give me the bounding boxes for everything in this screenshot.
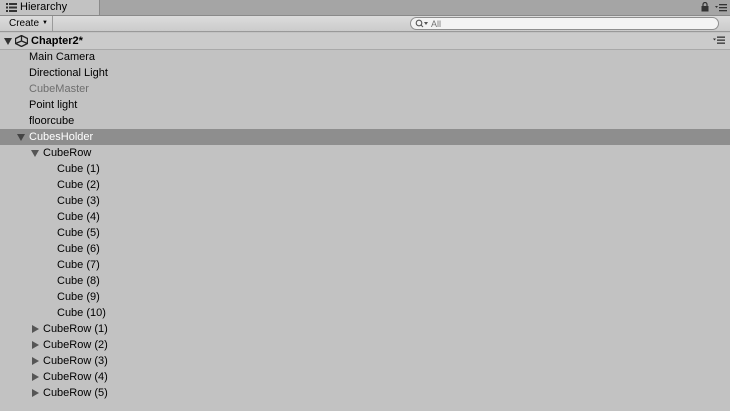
tree-item-label: Directional Light: [29, 67, 108, 79]
tree-row[interactable]: Cube (8): [0, 273, 730, 289]
tree-row[interactable]: Main Camera: [0, 49, 730, 65]
tree-item-label: Cube (5): [57, 227, 100, 239]
tree-item-label: CubeRow (3): [43, 355, 108, 367]
tree-row[interactable]: Cube (10): [0, 305, 730, 321]
scene-header[interactable]: Chapter2*: [0, 33, 730, 50]
search-field[interactable]: [410, 17, 719, 30]
tree-item-label: CubesHolder: [29, 131, 94, 143]
tree-item-label: Cube (8): [57, 275, 100, 287]
collapse-arrow-icon[interactable]: [31, 373, 39, 381]
tree-row[interactable]: CubeMaster: [0, 81, 730, 97]
tree-row[interactable]: CubeRow (2): [0, 337, 730, 353]
caret-down-icon: ▼: [42, 20, 48, 26]
tree-item-label: CubeRow (4): [43, 371, 108, 383]
tree-row[interactable]: CubeRow (1): [0, 321, 730, 337]
tree-row[interactable]: Cube (9): [0, 289, 730, 305]
collapse-arrow-icon[interactable]: [31, 341, 39, 349]
tree-item-label: CubeRow (1): [43, 323, 108, 335]
expand-arrow-icon[interactable]: [31, 149, 39, 157]
tree-item-label: Cube (1): [57, 163, 100, 175]
tree-row[interactable]: floorcube: [0, 113, 730, 129]
scene-name: Chapter2*: [31, 35, 83, 47]
tree-row[interactable]: Point light: [0, 97, 730, 113]
hierarchy-tree: Main Camera Directional Light CubeMaster Po…: [0, 49, 730, 401]
tree-item-label: CubeRow (5): [43, 387, 108, 399]
tree-row[interactable]: Cube (6): [0, 241, 730, 257]
tree-item-label: Cube (9): [57, 291, 100, 303]
collapse-arrow-icon[interactable]: [31, 325, 39, 333]
tree-item-label: Cube (10): [57, 307, 106, 319]
unity-logo-icon: [15, 35, 28, 47]
tree-row[interactable]: CubesHolder: [0, 129, 730, 145]
lock-icon[interactable]: [701, 2, 709, 12]
search-input[interactable]: [429, 18, 711, 29]
tree-item-label: Cube (2): [57, 179, 100, 191]
expand-arrow-icon[interactable]: [17, 133, 25, 141]
tree-item-label: CubeMaster: [29, 83, 89, 95]
tree-row[interactable]: Cube (4): [0, 209, 730, 225]
scene-menu-icon[interactable]: [713, 36, 725, 44]
tab-controls: [701, 2, 727, 12]
panel-menu-icon[interactable]: [715, 3, 727, 12]
tree-item-label: Cube (6): [57, 243, 100, 255]
tree-item-label: Cube (4): [57, 211, 100, 223]
search-icon: [415, 19, 428, 28]
tree-item-label: CubeRow: [43, 147, 92, 159]
tree-row[interactable]: CubeRow (3): [0, 353, 730, 369]
list-icon: [6, 3, 17, 12]
create-button-label: Create: [9, 18, 40, 29]
collapse-arrow-icon[interactable]: [31, 389, 39, 397]
tree-row[interactable]: Cube (1): [0, 161, 730, 177]
tab-bar: Hierarchy: [0, 0, 730, 16]
tree-item-label: floorcube: [29, 115, 75, 127]
tree-item-label: Point light: [29, 99, 78, 111]
tab-hierarchy[interactable]: Hierarchy: [0, 0, 100, 15]
tree-row[interactable]: CubeRow: [0, 145, 730, 161]
tab-label: Hierarchy: [20, 1, 68, 13]
collapse-arrow-icon[interactable]: [31, 357, 39, 365]
tree-item-label: Main Camera: [29, 51, 96, 63]
tree-row[interactable]: CubeRow (4): [0, 369, 730, 385]
tree-row[interactable]: Cube (2): [0, 177, 730, 193]
tree-item-label: CubeRow (2): [43, 339, 108, 351]
tree-row[interactable]: Cube (5): [0, 225, 730, 241]
tree-row[interactable]: CubeRow (5): [0, 385, 730, 401]
create-button[interactable]: Create ▼: [4, 16, 53, 31]
toolbar: Create ▼: [0, 16, 730, 32]
tree-row[interactable]: Cube (3): [0, 193, 730, 209]
tree-item-label: Cube (7): [57, 259, 100, 271]
expand-arrow-icon[interactable]: [4, 38, 12, 45]
tree-row[interactable]: Cube (7): [0, 257, 730, 273]
tree-row[interactable]: Directional Light: [0, 65, 730, 81]
tree-item-label: Cube (3): [57, 195, 100, 207]
